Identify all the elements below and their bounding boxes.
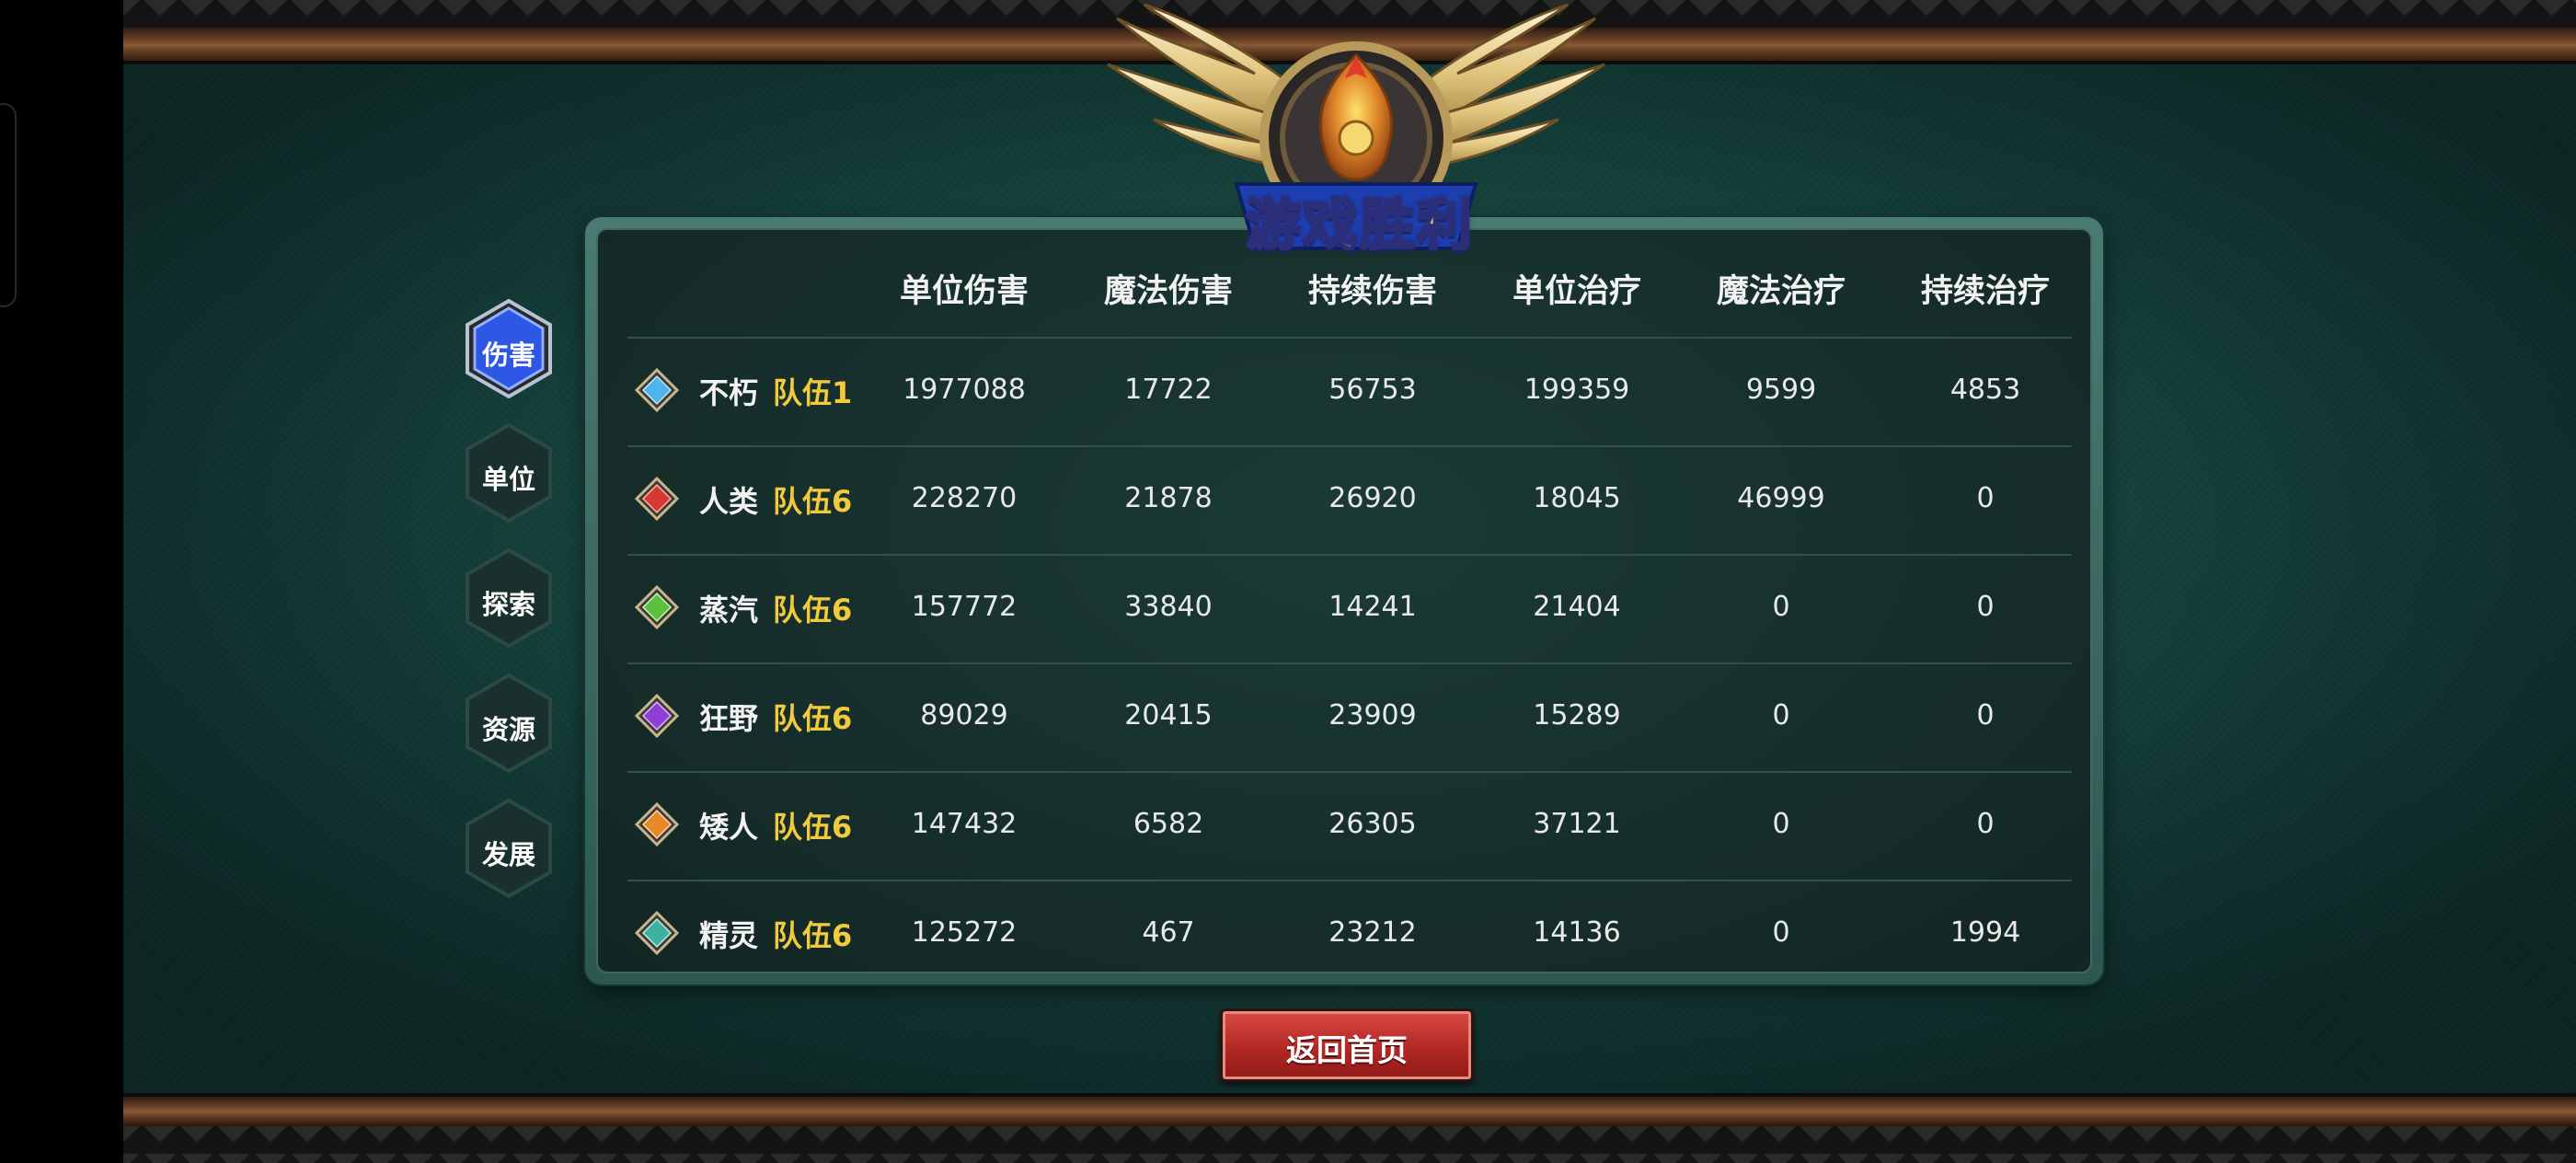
table-cell: 467 [1142, 916, 1195, 949]
tab-units[interactable]: 单位 [466, 422, 552, 524]
screen: 游戏胜利 伤害 单位 探索 资源 发展 单位伤害 魔法伤害 持续伤害 单位治疗 … [0, 0, 2576, 1163]
table-cell: 0 [1976, 591, 1995, 623]
table-cell: 20415 [1124, 699, 1213, 731]
return-home-button[interactable]: 返回首页 [1220, 1008, 1474, 1082]
table-cell: 21404 [1533, 591, 1621, 623]
table-cell: 15289 [1533, 699, 1621, 731]
table-cell: 46999 [1737, 482, 1825, 514]
race-name: 蒸汽 [699, 593, 759, 628]
table-cell: 1994 [1949, 916, 2021, 949]
tab-explore[interactable]: 探索 [466, 547, 552, 649]
table-row: 不朽 队伍1 1977088 17722 56753 199359 9599 4… [627, 337, 2072, 447]
bottom-border [123, 1093, 2576, 1163]
race-name: 人类 [699, 484, 759, 519]
table-cell: 37121 [1533, 808, 1621, 840]
table-cell: 89029 [920, 699, 1008, 731]
tab-development[interactable]: 发展 [466, 798, 552, 899]
table-cell: 0 [1772, 591, 1790, 623]
game-area: 游戏胜利 伤害 单位 探索 资源 发展 单位伤害 魔法伤害 持续伤害 单位治疗 … [123, 0, 2576, 1163]
table-row: 精灵 队伍6 125272 467 23212 14136 0 1994 [627, 880, 2072, 988]
table-cell: 6582 [1133, 808, 1204, 840]
column-header: 持续伤害 [1307, 273, 1437, 310]
column-header: 魔法伤害 [1103, 273, 1233, 310]
table-row: 矮人 队伍6 147432 6582 26305 37121 0 0 [627, 771, 2072, 881]
team-name: 队伍6 [773, 484, 853, 519]
table-cell: 0 [1976, 482, 1995, 514]
phone-notch [0, 103, 17, 307]
tab-label: 发展 [481, 839, 535, 870]
tab-label: 探索 [481, 589, 535, 620]
race-name: 不朽 [699, 375, 759, 410]
race-name: 狂野 [699, 701, 759, 736]
table-cell: 23212 [1328, 916, 1417, 949]
race-gem-icon [635, 802, 679, 846]
table-cell: 0 [1976, 808, 1995, 840]
tab-label: 伤害 [481, 340, 535, 371]
race-gem-icon [635, 694, 679, 738]
table-row: 狂野 队伍6 89029 20415 23909 15289 0 0 [627, 662, 2072, 773]
tab-label: 单位 [481, 464, 535, 495]
tab-damage[interactable]: 伤害 [466, 298, 552, 399]
table-row: 人类 队伍6 228270 21878 26920 18045 46999 0 [627, 445, 2072, 556]
stats-panel: 单位伤害 魔法伤害 持续伤害 单位治疗 魔法治疗 持续治疗 不朽 队伍1 197… [585, 217, 2103, 985]
team-name: 队伍6 [773, 593, 853, 628]
column-header: 单位伤害 [899, 273, 1029, 310]
table-row: 蒸汽 队伍6 157772 33840 14241 21404 0 0 [627, 554, 2072, 664]
race-gem-icon [635, 911, 679, 955]
table-cell: 14241 [1328, 591, 1417, 623]
race-gem-icon [635, 585, 679, 629]
table-cell: 33840 [1124, 591, 1213, 623]
column-header: 持续治疗 [1920, 273, 2050, 310]
table-cell: 23909 [1328, 699, 1417, 731]
table-cell: 157772 [911, 591, 1018, 623]
tab-resources[interactable]: 资源 [466, 673, 552, 774]
table-cell: 26920 [1328, 482, 1417, 514]
return-home-label: 返回首页 [1286, 1032, 1408, 1068]
race-name: 精灵 [699, 918, 759, 953]
table-cell: 26305 [1328, 808, 1417, 840]
table-cell: 21878 [1124, 482, 1213, 514]
tab-label: 资源 [481, 714, 535, 745]
team-name: 队伍6 [773, 701, 853, 736]
table-cell: 147432 [911, 808, 1018, 840]
table-cell: 0 [1772, 699, 1790, 731]
table-cell: 125272 [911, 916, 1018, 949]
victory-title: 游戏胜利 [1245, 192, 1474, 259]
table-cell: 0 [1976, 699, 1995, 731]
table-cell: 17722 [1124, 374, 1213, 406]
table-cell: 199359 [1524, 374, 1630, 406]
column-header: 魔法治疗 [1716, 273, 1846, 310]
table-cell: 4853 [1949, 374, 2021, 406]
table-cell: 9599 [1745, 374, 1817, 406]
race-gem-icon [635, 368, 679, 412]
team-name: 队伍6 [773, 810, 853, 845]
race-name: 矮人 [699, 810, 759, 845]
race-gem-icon [635, 477, 679, 521]
team-name: 队伍1 [773, 375, 853, 410]
table-cell: 0 [1772, 916, 1790, 949]
table-cell: 56753 [1328, 374, 1417, 406]
team-name: 队伍6 [773, 918, 853, 953]
table-cell: 18045 [1533, 482, 1621, 514]
table-cell: 1977088 [903, 374, 1026, 406]
table-cell: 14136 [1533, 916, 1621, 949]
table-cell: 228270 [911, 482, 1018, 514]
column-header: 单位治疗 [1512, 273, 1641, 310]
victory-emblem: 游戏胜利 [1025, 0, 1687, 267]
table-cell: 0 [1772, 808, 1790, 840]
stats-table: 单位伤害 魔法伤害 持续伤害 单位治疗 魔法治疗 持续治疗 不朽 队伍1 197… [596, 228, 2092, 973]
